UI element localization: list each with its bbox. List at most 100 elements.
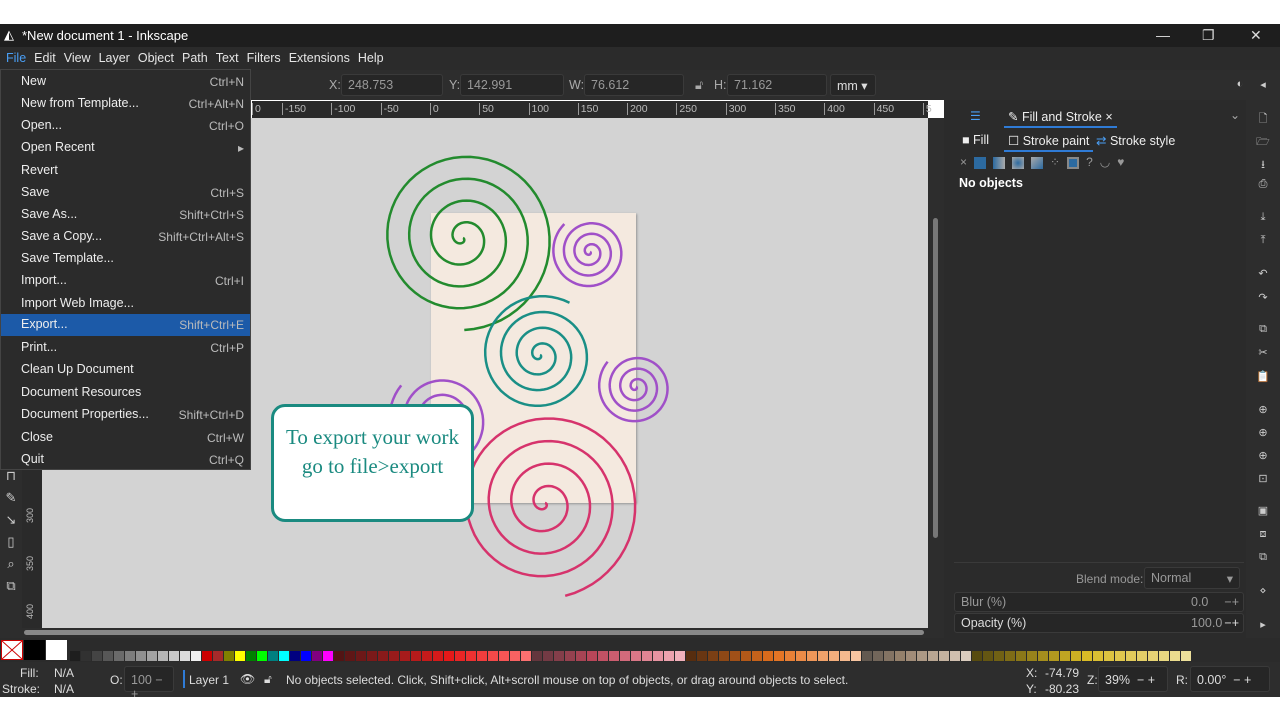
menu-item-new[interactable]: New Ctrl+N bbox=[1, 71, 250, 93]
color-swatch[interactable] bbox=[774, 651, 784, 661]
color-swatch[interactable] bbox=[180, 651, 190, 661]
swatch-icon[interactable] bbox=[1067, 157, 1080, 169]
color-swatch[interactable] bbox=[367, 651, 377, 661]
unset-icon[interactable]: ? bbox=[1086, 155, 1093, 169]
menu-item-document-properties[interactable]: Document Properties... Shift+Ctrl+D bbox=[1, 404, 250, 426]
opacity-slider[interactable]: Opacity (%) 100.0 −+ bbox=[954, 613, 1244, 633]
menu-item-clean-up-document[interactable]: Clean Up Document bbox=[1, 359, 250, 381]
color-swatch[interactable] bbox=[125, 651, 135, 661]
color-swatch[interactable] bbox=[411, 651, 421, 661]
color-swatch[interactable] bbox=[312, 651, 322, 661]
color-swatch[interactable] bbox=[323, 651, 333, 661]
menu-item-quit[interactable]: Quit Ctrl+Q bbox=[1, 449, 250, 471]
menu-item-save[interactable]: Save Ctrl+S bbox=[1, 182, 250, 204]
blend-mode-select[interactable]: Normal ▾ bbox=[1144, 567, 1240, 589]
color-swatch[interactable] bbox=[994, 651, 1004, 661]
menu-help[interactable]: Help bbox=[354, 47, 388, 70]
color-swatch[interactable] bbox=[1016, 651, 1026, 661]
color-swatch[interactable] bbox=[290, 651, 300, 661]
color-swatch[interactable] bbox=[81, 651, 91, 661]
print-icon[interactable]: ⎙ bbox=[1255, 178, 1271, 194]
ungroup-icon[interactable]: ⧈ bbox=[1255, 528, 1271, 544]
duplicate-icon[interactable]: ⧉ bbox=[1255, 551, 1271, 567]
color-swatch[interactable] bbox=[719, 651, 729, 661]
color-swatch[interactable] bbox=[158, 651, 168, 661]
color-swatch[interactable] bbox=[246, 651, 256, 661]
color-swatch[interactable] bbox=[488, 651, 498, 661]
menu-file[interactable]: File bbox=[2, 47, 30, 70]
color-swatch[interactable] bbox=[389, 651, 399, 661]
color-swatch[interactable] bbox=[444, 651, 454, 661]
color-swatch[interactable] bbox=[400, 651, 410, 661]
layers-icon[interactable]: ☰ bbox=[970, 109, 981, 123]
color-swatch[interactable] bbox=[1005, 651, 1015, 661]
paste-icon[interactable]: 📋 bbox=[1255, 370, 1271, 386]
horizontal-scrollbar[interactable] bbox=[22, 628, 944, 638]
color-swatch[interactable] bbox=[345, 651, 355, 661]
menu-item-import-web-image[interactable]: Import Web Image... bbox=[1, 293, 250, 315]
color-swatch[interactable] bbox=[521, 651, 531, 661]
redo-icon[interactable]: ↷ bbox=[1255, 291, 1271, 307]
snap-icon[interactable]: ◐ bbox=[1232, 78, 1248, 94]
color-swatch[interactable] bbox=[301, 651, 311, 661]
dropper-tool-icon[interactable]: ✎ bbox=[3, 490, 19, 506]
opacity-field[interactable]: 100 −+ bbox=[124, 666, 174, 701]
color-swatch[interactable] bbox=[609, 651, 619, 661]
color-swatch[interactable] bbox=[598, 651, 608, 661]
color-swatch[interactable] bbox=[697, 651, 707, 661]
color-swatch[interactable] bbox=[114, 651, 124, 661]
no-paint-icon[interactable]: × bbox=[960, 155, 967, 169]
color-swatch[interactable] bbox=[455, 651, 465, 661]
color-swatch[interactable] bbox=[543, 651, 553, 661]
color-swatch[interactable] bbox=[1049, 651, 1059, 661]
menu-path[interactable]: Path bbox=[178, 47, 212, 70]
menu-item-save-template[interactable]: Save Template... bbox=[1, 248, 250, 270]
minimize-icon[interactable]: — bbox=[1156, 27, 1170, 43]
flat-color-icon[interactable] bbox=[974, 157, 987, 169]
color-swatch[interactable] bbox=[961, 651, 971, 661]
no-color-swatch[interactable] bbox=[1, 640, 23, 660]
x-field[interactable]: 248.753 bbox=[341, 74, 443, 96]
menu-item-open[interactable]: Open... Ctrl+O bbox=[1, 115, 250, 137]
color-swatch[interactable] bbox=[1027, 651, 1037, 661]
clone-tool-icon[interactable]: ⧉ bbox=[3, 578, 19, 594]
color-swatch[interactable] bbox=[862, 651, 872, 661]
color-swatch[interactable] bbox=[730, 651, 740, 661]
w-field[interactable]: 76.612 bbox=[584, 74, 684, 96]
menu-extensions[interactable]: Extensions bbox=[285, 47, 354, 70]
menu-item-document-resources[interactable]: Document Resources bbox=[1, 382, 250, 404]
color-swatch[interactable] bbox=[224, 651, 234, 661]
layer-selector[interactable]: Layer 1 bbox=[189, 673, 229, 687]
zoom-page-icon[interactable]: ⊕ bbox=[1255, 449, 1271, 465]
menu-item-save-a-copy[interactable]: Save a Copy... Shift+Ctrl+Alt+S bbox=[1, 226, 250, 248]
menu-text[interactable]: Text bbox=[212, 47, 243, 70]
color-swatch[interactable] bbox=[510, 651, 520, 661]
color-swatch[interactable] bbox=[631, 651, 641, 661]
cut-icon[interactable]: ✂ bbox=[1255, 346, 1271, 362]
color-swatch[interactable] bbox=[1071, 651, 1081, 661]
menu-item-save-as[interactable]: Save As... Shift+Ctrl+S bbox=[1, 204, 250, 226]
zoom-tool-icon[interactable]: ⌕ bbox=[3, 556, 19, 572]
color-swatch[interactable] bbox=[664, 651, 674, 661]
menu-layer[interactable]: Layer bbox=[95, 47, 134, 70]
menu-filters[interactable]: Filters bbox=[243, 47, 285, 70]
color-swatch[interactable] bbox=[147, 651, 157, 661]
color-swatch[interactable] bbox=[796, 651, 806, 661]
menu-item-new-from-template[interactable]: New from Template... Ctrl+Alt+N bbox=[1, 93, 250, 115]
color-swatch[interactable] bbox=[92, 651, 102, 661]
color-swatch[interactable] bbox=[1148, 651, 1158, 661]
color-swatch[interactable] bbox=[939, 651, 949, 661]
h-field[interactable]: 71.162 bbox=[727, 74, 827, 96]
menu-item-close[interactable]: Close Ctrl+W bbox=[1, 427, 250, 449]
color-swatch[interactable] bbox=[532, 651, 542, 661]
radial-gradient-icon[interactable] bbox=[1012, 157, 1025, 169]
menu-item-print[interactable]: Print... Ctrl+P bbox=[1, 337, 250, 359]
tab-stroke-style[interactable]: ⇄ Stroke style bbox=[1096, 133, 1175, 148]
color-swatch[interactable] bbox=[840, 651, 850, 661]
menu-item-import[interactable]: Import... Ctrl+I bbox=[1, 270, 250, 292]
color-swatch[interactable] bbox=[895, 651, 905, 661]
rotate-field[interactable]: 0.00° − + bbox=[1190, 666, 1270, 692]
menu-view[interactable]: View bbox=[60, 47, 95, 70]
zoom-field[interactable]: 39% − + bbox=[1098, 666, 1168, 692]
color-swatch[interactable] bbox=[103, 651, 113, 661]
